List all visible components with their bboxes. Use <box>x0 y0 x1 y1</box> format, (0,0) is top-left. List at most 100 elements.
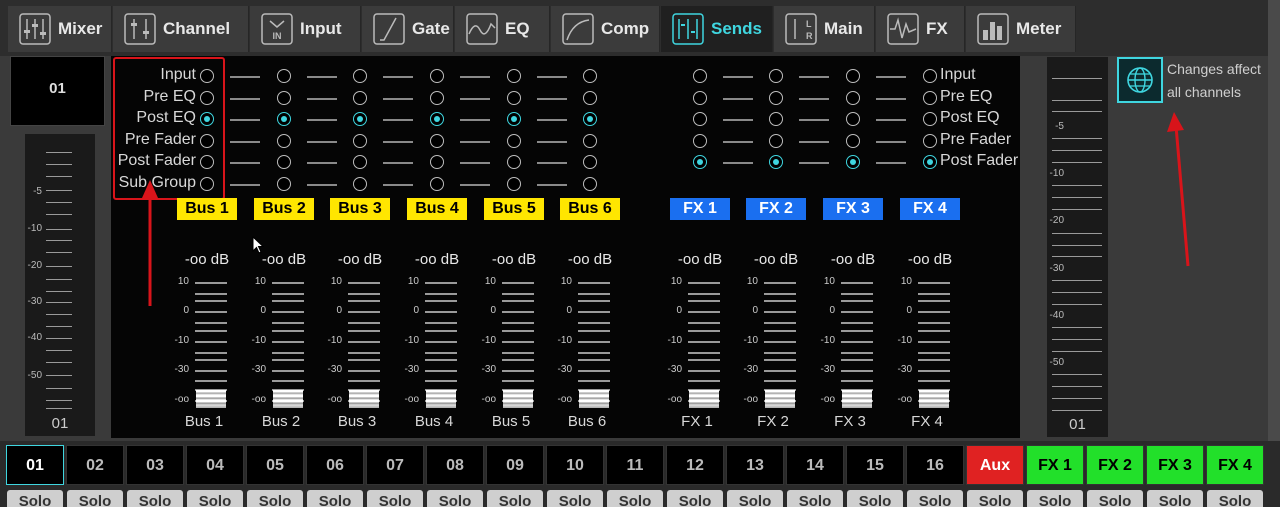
fx-send-radio[interactable] <box>693 112 707 126</box>
bus-send-radio[interactable] <box>430 177 444 191</box>
fx-send-radio[interactable] <box>769 155 783 169</box>
fx-send-radio[interactable] <box>923 69 937 83</box>
channel-button[interactable]: 08 <box>426 445 484 485</box>
solo-button[interactable]: Solo <box>307 490 363 507</box>
bus-send-radio[interactable] <box>277 112 291 126</box>
channel-button[interactable]: 10 <box>546 445 604 485</box>
fx-send-radio[interactable] <box>693 69 707 83</box>
bus-send-radio[interactable] <box>430 112 444 126</box>
bus-send-radio[interactable] <box>583 134 597 148</box>
channel-button[interactable]: 13 <box>726 445 784 485</box>
bus-send-radio[interactable] <box>353 155 367 169</box>
bus-send-radio[interactable] <box>430 69 444 83</box>
fx-fader-handle[interactable] <box>919 390 949 408</box>
bus-send-radio[interactable] <box>583 177 597 191</box>
tab-gate[interactable]: Gate <box>362 6 454 52</box>
solo-button[interactable]: Solo <box>367 490 423 507</box>
bus-send-radio[interactable] <box>353 177 367 191</box>
bus-send-radio[interactable] <box>583 91 597 105</box>
bus-send-radio[interactable] <box>200 134 214 148</box>
bus-send-radio[interactable] <box>200 155 214 169</box>
fx-send-radio[interactable] <box>846 91 860 105</box>
bus-send-radio[interactable] <box>353 69 367 83</box>
bus-send-radio[interactable] <box>277 69 291 83</box>
channel-button[interactable]: 03 <box>126 445 184 485</box>
solo-button[interactable]: Solo <box>487 490 543 507</box>
right-scrollbar[interactable] <box>1268 0 1280 441</box>
fx-send-radio[interactable] <box>846 155 860 169</box>
solo-button[interactable]: Solo <box>967 490 1023 507</box>
tab-mixer[interactable]: Mixer <box>8 6 112 52</box>
channel-button[interactable]: 04 <box>186 445 244 485</box>
fx-send-radio[interactable] <box>923 134 937 148</box>
solo-button[interactable]: Solo <box>907 490 963 507</box>
channel-button[interactable]: 01 <box>6 445 64 485</box>
solo-button[interactable]: Solo <box>847 490 903 507</box>
bus-send-radio[interactable] <box>583 69 597 83</box>
bus-send-radio[interactable] <box>583 155 597 169</box>
bus-send-radio[interactable] <box>507 91 521 105</box>
solo-button[interactable]: Solo <box>247 490 303 507</box>
bus-send-radio[interactable] <box>200 112 214 126</box>
fx-send-radio[interactable] <box>923 91 937 105</box>
fx-send-radio[interactable] <box>923 112 937 126</box>
channel-button[interactable]: 16 <box>906 445 964 485</box>
tab-eq[interactable]: EQ <box>455 6 550 52</box>
bus-send-radio[interactable] <box>277 155 291 169</box>
bus-send-radio[interactable] <box>353 112 367 126</box>
tab-fx[interactable]: FX <box>876 6 965 52</box>
bus-send-radio[interactable] <box>507 177 521 191</box>
bus-send-radio[interactable] <box>583 112 597 126</box>
bus-send-radio[interactable] <box>430 134 444 148</box>
channel-button[interactable]: 02 <box>66 445 124 485</box>
channel-button[interactable]: 11 <box>606 445 664 485</box>
fx-channel-button[interactable]: FX 3 <box>1146 445 1204 485</box>
solo-button[interactable]: Solo <box>787 490 843 507</box>
bus-fader-handle[interactable] <box>349 390 379 408</box>
solo-button[interactable]: Solo <box>187 490 243 507</box>
fx-channel-button[interactable]: FX 1 <box>1026 445 1084 485</box>
solo-button[interactable]: Solo <box>1207 490 1263 507</box>
fx-send-radio[interactable] <box>693 155 707 169</box>
solo-button[interactable]: Solo <box>67 490 123 507</box>
solo-button[interactable]: Solo <box>127 490 183 507</box>
channel-button[interactable]: 06 <box>306 445 364 485</box>
fx-send-radio[interactable] <box>693 91 707 105</box>
bus-send-radio[interactable] <box>353 91 367 105</box>
fx-fader-handle[interactable] <box>842 390 872 408</box>
fx-send-radio[interactable] <box>769 69 783 83</box>
channel-button[interactable]: 14 <box>786 445 844 485</box>
fx-send-radio[interactable] <box>846 112 860 126</box>
channel-button[interactable]: 12 <box>666 445 724 485</box>
channel-button[interactable]: 07 <box>366 445 424 485</box>
solo-button[interactable]: Solo <box>547 490 603 507</box>
fx-send-radio[interactable] <box>693 134 707 148</box>
solo-button[interactable]: Solo <box>1087 490 1143 507</box>
bus-send-radio[interactable] <box>200 91 214 105</box>
channel-button[interactable]: 05 <box>246 445 304 485</box>
bus-send-radio[interactable] <box>277 177 291 191</box>
fx-send-radio[interactable] <box>769 112 783 126</box>
fx-channel-button[interactable]: FX 4 <box>1206 445 1264 485</box>
tab-meter[interactable]: Meter <box>966 6 1076 52</box>
bus-send-radio[interactable] <box>430 91 444 105</box>
solo-button[interactable]: Solo <box>427 490 483 507</box>
tab-channel[interactable]: Channel <box>113 6 249 52</box>
tab-comp[interactable]: Comp <box>551 6 660 52</box>
fx-send-radio[interactable] <box>846 69 860 83</box>
bus-send-radio[interactable] <box>353 134 367 148</box>
tab-input[interactable]: IN Input <box>250 6 361 52</box>
channel-button[interactable]: 09 <box>486 445 544 485</box>
solo-button[interactable]: Solo <box>1027 490 1083 507</box>
fx-send-radio[interactable] <box>846 134 860 148</box>
bus-send-radio[interactable] <box>507 112 521 126</box>
bus-send-radio[interactable] <box>507 69 521 83</box>
fx-channel-button[interactable]: FX 2 <box>1086 445 1144 485</box>
aux-button[interactable]: Aux <box>966 445 1024 485</box>
bus-send-radio[interactable] <box>200 177 214 191</box>
bus-fader-handle[interactable] <box>579 390 609 408</box>
solo-button[interactable]: Solo <box>727 490 783 507</box>
solo-button[interactable]: Solo <box>7 490 63 507</box>
fx-fader-handle[interactable] <box>689 390 719 408</box>
bus-send-radio[interactable] <box>430 155 444 169</box>
